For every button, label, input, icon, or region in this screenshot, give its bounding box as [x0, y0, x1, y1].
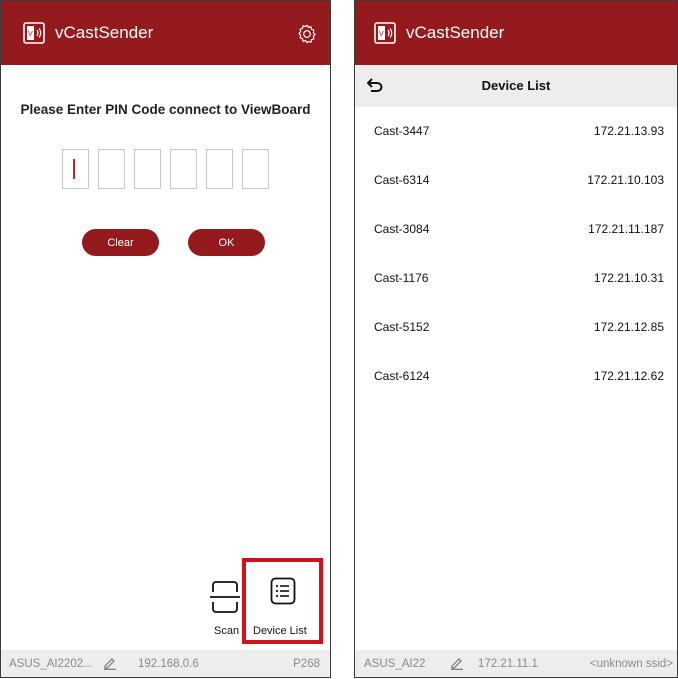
device-name: Cast-3084 — [374, 222, 430, 236]
pin-digit-5[interactable] — [206, 149, 233, 189]
ok-button[interactable]: OK — [188, 229, 265, 256]
device-name: Cast-6124 — [374, 369, 430, 383]
scan-label: Scan — [214, 625, 240, 637]
device-name: Cast-6314 — [374, 173, 430, 187]
device-row[interactable]: Cast-6314 172.21.10.103 — [355, 160, 677, 200]
device-row[interactable]: Cast-1176 172.21.10.31 — [355, 258, 677, 298]
status-code: P268 — [293, 657, 320, 670]
device-ip: 172.21.12.62 — [593, 369, 664, 383]
pin-digit-3[interactable] — [134, 149, 161, 189]
pin-entry-screen: V vCastSender Please Enter PIN Code conn… — [0, 0, 331, 678]
device-ip: 172.21.12.85 — [593, 320, 664, 334]
device-list-label: Device List — [253, 625, 307, 637]
ssid: <unknown ssid> — [589, 657, 673, 670]
pin-digit-6[interactable] — [242, 149, 269, 189]
device-name: Cast-1176 — [374, 271, 429, 285]
pin-prompt: Please Enter PIN Code connect to ViewBoa… — [20, 102, 311, 117]
device-name: Cast-5152 — [374, 320, 430, 334]
device-row[interactable]: Cast-5152 172.21.12.85 — [355, 307, 677, 347]
scan-button[interactable]: Scan — [206, 573, 244, 643]
list-icon — [270, 577, 296, 610]
gear-icon[interactable] — [296, 23, 318, 45]
pin-digit-2[interactable] — [98, 149, 125, 189]
app-title: vCastSender — [406, 23, 505, 42]
app-logo-icon: V — [374, 22, 396, 44]
app-logo-icon: V — [23, 22, 45, 44]
pin-digit-1[interactable] — [62, 149, 89, 189]
app-title: vCastSender — [55, 23, 154, 42]
device-list-button[interactable]: Device List — [242, 558, 323, 644]
device-ip: 172.21.10.31 — [593, 271, 664, 285]
pin-input-group — [62, 149, 269, 189]
status-bar: ASUS_AI2202... 192.168.0.6 P268 — [1, 650, 330, 677]
page-title: Device List — [481, 78, 551, 93]
device-name: ASUS_AI22 — [364, 657, 426, 670]
device-ip: 172.21.13.93 — [593, 124, 664, 138]
text-cursor — [73, 159, 75, 179]
device-row[interactable]: Cast-3447 172.21.13.93 — [355, 111, 677, 151]
scan-icon — [210, 580, 240, 619]
clear-button[interactable]: Clear — [82, 229, 159, 256]
device-row[interactable]: Cast-6124 172.21.12.62 — [355, 356, 677, 396]
toolbar: Device List — [355, 65, 677, 107]
pin-digit-4[interactable] — [170, 149, 197, 189]
device-name: Cast-3447 — [374, 124, 430, 138]
app-bar: V vCastSender — [1, 1, 330, 65]
ip-address: 172.21.11.1 — [478, 657, 538, 670]
pencil-icon[interactable] — [450, 656, 464, 673]
device-name: ASUS_AI2202... — [9, 657, 93, 670]
pencil-icon[interactable] — [103, 656, 117, 673]
ip-address: 192.168.0.6 — [138, 657, 199, 670]
device-ip: 172.21.10.103 — [587, 173, 664, 187]
svg-text:V: V — [379, 31, 384, 38]
device-ip: 172.21.11.187 — [588, 222, 664, 236]
status-bar: ASUS_AI22 172.21.11.1 <unknown ssid> — [355, 650, 677, 677]
app-bar: V vCastSender — [355, 1, 677, 65]
svg-text:V: V — [28, 31, 33, 38]
device-list-screen: V vCastSender Device List Cast-3447 172.… — [354, 0, 678, 678]
device-row[interactable]: Cast-3084 172.21.11.187 — [355, 209, 677, 249]
